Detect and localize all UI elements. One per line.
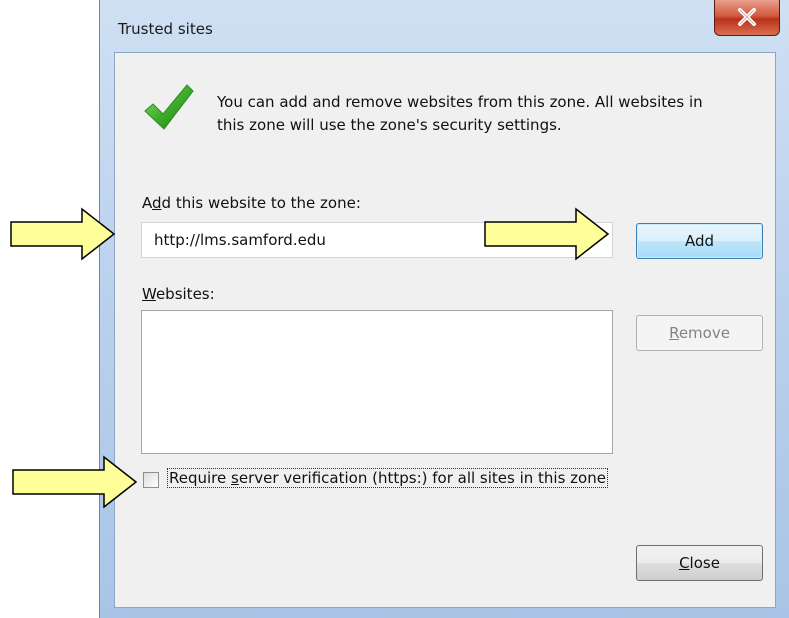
info-line-2: this zone will use the zone's security s… bbox=[217, 116, 562, 134]
arrow-icon bbox=[12, 455, 138, 509]
add-website-label: Add this website to the zone: bbox=[142, 194, 361, 212]
require-https-checkbox[interactable] bbox=[143, 472, 159, 488]
cb-label-part: erver verification (https:) for all site… bbox=[238, 469, 606, 487]
websites-label-part: ebsites: bbox=[155, 285, 215, 303]
websites-label-accesskey: W bbox=[142, 285, 156, 303]
window-close-button[interactable] bbox=[714, 0, 780, 36]
close-accesskey: C bbox=[679, 554, 690, 572]
dialog-body: You can add and remove websites from thi… bbox=[114, 52, 776, 608]
close-icon bbox=[738, 8, 756, 26]
arrow-icon bbox=[484, 207, 610, 261]
add-label-accesskey: d bbox=[152, 194, 162, 212]
remove-accesskey: R bbox=[669, 324, 679, 342]
add-label-part: d this website to the zone: bbox=[161, 194, 361, 212]
remove-button[interactable]: Remove bbox=[636, 315, 763, 351]
cb-label-accesskey: s bbox=[231, 469, 239, 487]
add-label-part: A bbox=[142, 194, 152, 212]
info-line-1: You can add and remove websites from thi… bbox=[217, 93, 703, 111]
zone-info-text: You can add and remove websites from thi… bbox=[217, 91, 773, 137]
remove-label-part: emove bbox=[678, 324, 730, 342]
require-https-label[interactable]: Require server verification (https:) for… bbox=[167, 468, 608, 488]
cb-label-part: Require bbox=[169, 469, 232, 487]
window-title: Trusted sites bbox=[118, 20, 213, 38]
websites-label: Websites: bbox=[142, 285, 215, 303]
close-button[interactable]: Close bbox=[636, 545, 763, 581]
add-button[interactable]: Add bbox=[636, 223, 763, 259]
title-bar[interactable]: Trusted sites bbox=[100, 0, 789, 52]
websites-list[interactable] bbox=[141, 310, 613, 454]
checkmark-icon bbox=[144, 84, 194, 130]
trusted-sites-dialog: Trusted sites You can add and remove web… bbox=[99, 0, 789, 618]
close-label-part: lose bbox=[689, 554, 720, 572]
arrow-icon bbox=[10, 207, 116, 261]
